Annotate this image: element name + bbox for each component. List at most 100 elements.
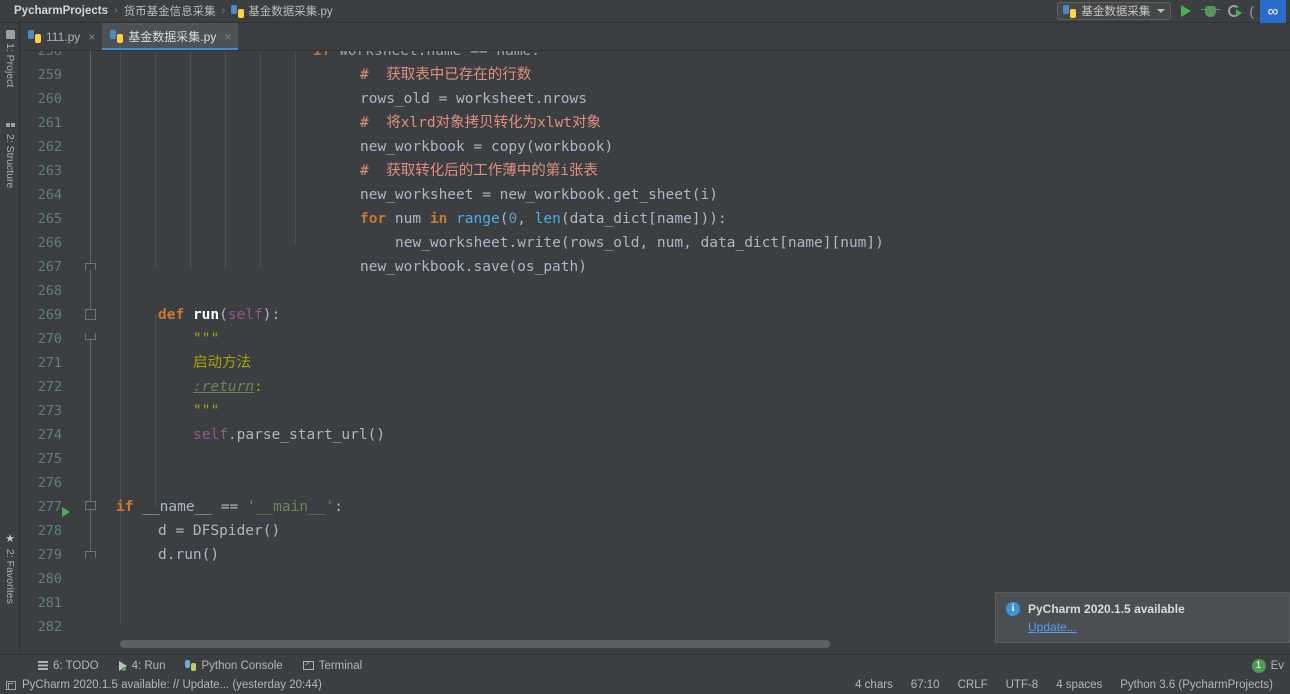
- code-token: new_worksheet = new_workbook.get_sheet(i…: [360, 187, 718, 203]
- run-configuration-label: 基金数据采集: [1081, 6, 1151, 18]
- terminal-icon: [302, 659, 314, 670]
- code-token: if: [116, 499, 134, 515]
- status-bar: PyCharm 2020.1.5 available: // Update...…: [0, 676, 1290, 694]
- python-file-icon: [231, 4, 245, 18]
- debug-button[interactable]: [1200, 2, 1220, 20]
- indent-guide: [295, 51, 296, 245]
- code-token: new_workbook.save(os_path): [360, 259, 587, 275]
- scrollbar-thumb[interactable]: [120, 640, 830, 648]
- breadcrumb-item-project[interactable]: PycharmProjects: [8, 5, 114, 17]
- tab-label: 111.py: [46, 29, 81, 44]
- code-token: =: [438, 91, 457, 107]
- status-message: PyCharm 2020.1.5 available: // Update...…: [22, 679, 322, 691]
- line-number: 266: [37, 235, 62, 251]
- run-configuration-selector[interactable]: 基金数据采集: [1057, 2, 1172, 20]
- code-token: name:: [496, 51, 541, 59]
- line-number: 265: [37, 211, 62, 227]
- code-token: if: [313, 51, 331, 59]
- code-token: new_worksheet.write(rows_old, num, data_…: [395, 235, 884, 251]
- code-token: len: [534, 211, 561, 227]
- toolbar-actions: 基金数据采集 ( ∞: [1057, 0, 1290, 23]
- breadcrumb-item-file[interactable]: 基金数据采集.py: [225, 3, 338, 19]
- indent-guide: [155, 51, 156, 269]
- line-number: 280: [37, 571, 62, 587]
- close-icon[interactable]: ×: [224, 30, 231, 44]
- toolwindow-todo[interactable]: 6: TODO: [28, 660, 109, 672]
- status-encoding[interactable]: UTF-8: [997, 679, 1048, 691]
- notification-update-link[interactable]: Update...: [1028, 620, 1185, 634]
- line-number: 270: [37, 331, 62, 347]
- tab-111-py[interactable]: 111.py ×: [20, 23, 102, 50]
- code-token: .parse_start_url(): [227, 427, 386, 443]
- fold-marker-end[interactable]: [85, 551, 96, 558]
- code-line: 启动方法: [193, 351, 251, 375]
- code-token: ):: [262, 307, 281, 323]
- code-line: # 获取转化后的工作薄中的第i张表: [360, 159, 598, 183]
- status-indent[interactable]: 4 spaces: [1047, 679, 1111, 691]
- pycharm-window: PycharmProjects › 货币基金信息采集 › 基金数据采集.py 基…: [0, 0, 1290, 694]
- notification-popup[interactable]: i PyCharm 2020.1.5 available Update...: [995, 592, 1290, 643]
- line-number: 261: [37, 115, 62, 131]
- app-logo-icon: ∞: [1267, 2, 1279, 20]
- code-token: copy(workbook): [490, 139, 614, 155]
- code-token: in: [429, 211, 448, 227]
- fold-marker-start[interactable]: [85, 503, 96, 510]
- code-token: """: [193, 403, 220, 419]
- close-icon[interactable]: ×: [88, 30, 95, 44]
- code-line: # 获取表中已存在的行数: [360, 63, 531, 87]
- run-triangle-icon: [1181, 5, 1192, 17]
- sidebar-item-favorites[interactable]: ★ 2: Favorites: [0, 531, 20, 604]
- indent-guide: [225, 51, 226, 269]
- project-folder-icon: [5, 30, 15, 39]
- code-line: # 将xlrd对象拷贝转化为xlwt对象: [360, 111, 601, 135]
- editor-gutter[interactable]: 258 259 260 261 262 263 264 265 266 267 268 269 270 2…: [20, 51, 98, 654]
- code-token: def: [158, 307, 185, 323]
- sidebar-item-project[interactable]: 1: Project: [0, 27, 20, 87]
- code-content[interactable]: if worksheet.name == name: # 获取表中已存在的行数 ro…: [98, 51, 1290, 654]
- code-line: new_worksheet = new_workbook.get_sheet(i…: [360, 183, 718, 207]
- line-number: 275: [37, 451, 62, 467]
- fold-guide-line: [90, 270, 91, 310]
- code-line: """: [193, 399, 219, 423]
- status-message-area[interactable]: PyCharm 2020.1.5 available: // Update...…: [0, 679, 322, 691]
- code-token: 0: [508, 211, 518, 227]
- status-caret-position[interactable]: 67:10: [902, 679, 949, 691]
- tab-label: 基金数据采集.py: [128, 30, 217, 44]
- run-with-coverage-button[interactable]: [1225, 2, 1243, 20]
- fold-marker[interactable]: [85, 309, 96, 320]
- notification-title: PyCharm 2020.1.5 available: [1028, 602, 1185, 616]
- status-line-separator[interactable]: CRLF: [949, 679, 997, 691]
- app-logo-button[interactable]: ∞: [1260, 0, 1286, 23]
- fold-marker-end[interactable]: [85, 263, 96, 270]
- toolwindow-terminal[interactable]: Terminal: [293, 659, 372, 672]
- toolwindow-run[interactable]: 4: Run: [109, 660, 176, 672]
- code-token: # 将xlrd对象拷贝转化为xlwt对象: [360, 115, 602, 131]
- run-button[interactable]: [1177, 2, 1195, 20]
- sidebar-label-structure: 2: Structure: [4, 134, 16, 189]
- fold-marker-start[interactable]: [85, 333, 96, 340]
- editor-tab-bar: 111.py × 基金数据采集.py ×: [20, 23, 1290, 51]
- code-editor[interactable]: 258 259 260 261 262 263 264 265 266 267 268 269 270 2…: [20, 51, 1290, 654]
- toolwindow-label: Terminal: [318, 659, 363, 672]
- code-token: ==: [220, 499, 247, 515]
- line-number: 273: [37, 403, 62, 419]
- sidebar-item-structure[interactable]: 2: Structure: [0, 118, 20, 188]
- breadcrumb: PycharmProjects › 货币基金信息采集 › 基金数据采集.py: [0, 3, 339, 19]
- event-log-button[interactable]: 1 Ev: [1251, 658, 1290, 673]
- line-number: 279: [37, 547, 62, 563]
- todo-icon: [38, 661, 48, 670]
- tab-fund-data-py[interactable]: 基金数据采集.py ×: [102, 23, 239, 50]
- star-icon: ★: [5, 533, 15, 545]
- toolwindow-python-console[interactable]: Python Console: [175, 660, 292, 672]
- line-number: 276: [37, 475, 62, 491]
- breadcrumb-item-folder[interactable]: 货币基金信息采集: [118, 3, 222, 19]
- code-token: :return: [193, 379, 255, 395]
- line-number: 281: [37, 595, 62, 611]
- partial-icon: (: [1249, 3, 1254, 19]
- fold-guide-line: [90, 51, 91, 269]
- run-gutter-icon[interactable]: [62, 507, 70, 517]
- code-line: for num in range(0, len(data_dict[name])…: [360, 207, 727, 231]
- status-interpreter[interactable]: Python 3.6 (PycharmProjects): [1111, 679, 1282, 691]
- line-number: 277: [37, 499, 62, 515]
- code-token: rows_old: [360, 91, 439, 107]
